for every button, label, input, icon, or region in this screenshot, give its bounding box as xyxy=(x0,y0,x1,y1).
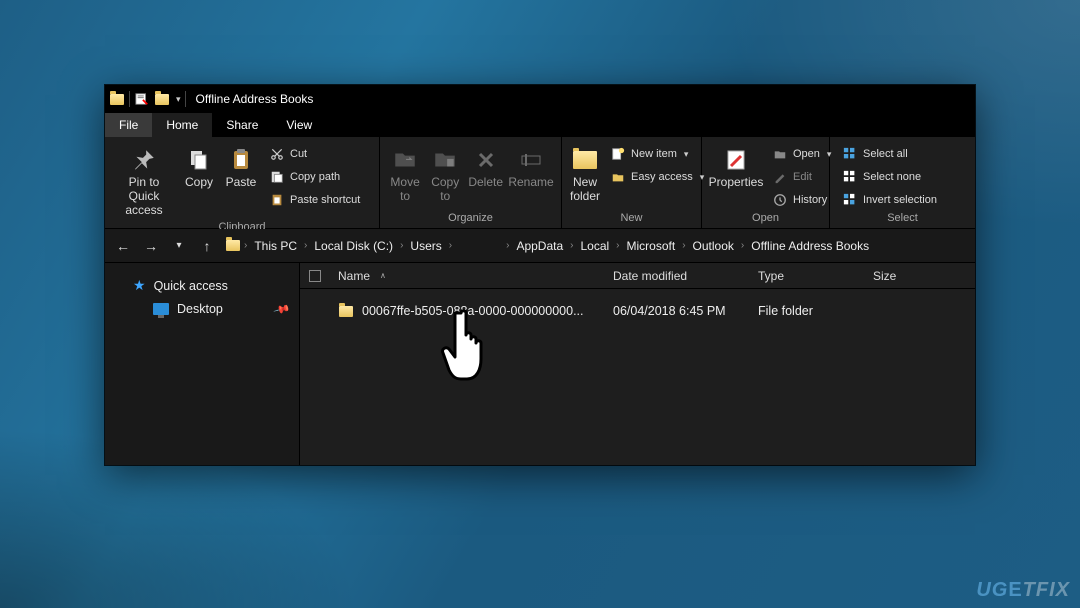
new-folder-button[interactable]: New folder xyxy=(568,142,602,208)
paste-shortcut-icon xyxy=(269,192,285,208)
tab-view[interactable]: View xyxy=(272,113,326,137)
properties-icon xyxy=(722,146,750,174)
select-all-icon xyxy=(842,146,858,162)
group-label-organize: Organize xyxy=(386,212,555,228)
tab-home[interactable]: Home xyxy=(152,113,212,137)
new-item-icon xyxy=(610,146,626,162)
folder-icon xyxy=(109,91,125,107)
group-label-select: Select xyxy=(836,212,969,228)
back-button[interactable]: ← xyxy=(113,236,133,256)
open-icon xyxy=(772,146,788,162)
move-to-icon xyxy=(391,146,419,174)
paste-shortcut-button[interactable]: Paste shortcut xyxy=(265,190,364,210)
rename-button[interactable]: Rename xyxy=(507,142,555,194)
file-explorer-window: ▾ Offline Address Books File Home Share … xyxy=(105,85,975,465)
pin-icon xyxy=(130,146,158,174)
crumb-outlook[interactable]: Outlook xyxy=(689,239,738,253)
select-all-checkbox[interactable] xyxy=(309,270,321,282)
crumb-appdata[interactable]: AppData xyxy=(512,239,567,253)
watermark: UGETFIX xyxy=(976,579,1070,602)
history-button[interactable]: History xyxy=(768,190,835,210)
tab-share[interactable]: Share xyxy=(212,113,272,137)
crumb-microsoft[interactable]: Microsoft xyxy=(623,239,680,253)
select-all-button[interactable]: Select all xyxy=(838,144,941,164)
select-none-icon xyxy=(842,169,858,185)
select-none-button[interactable]: Select none xyxy=(838,167,941,187)
file-row[interactable]: 00067ffe-b505-088a-0000-000000000... 06/… xyxy=(300,297,975,325)
folder-icon xyxy=(225,238,241,254)
file-list: Name∧ Date modified Type Size 00067ffe-b… xyxy=(300,263,975,465)
move-to-button[interactable]: Move to xyxy=(386,142,424,208)
copy-button[interactable]: Copy xyxy=(179,142,219,194)
file-date: 06/04/2018 6:45 PM xyxy=(605,304,750,318)
new-folder-icon xyxy=(571,146,599,174)
column-headers[interactable]: Name∧ Date modified Type Size xyxy=(300,263,975,289)
column-date[interactable]: Date modified xyxy=(605,269,750,283)
easy-access-icon xyxy=(610,169,626,185)
copy-icon xyxy=(185,146,213,174)
cut-button[interactable]: Cut xyxy=(265,144,364,164)
invert-selection-icon xyxy=(842,192,858,208)
ribbon-tabs: File Home Share View xyxy=(105,113,975,137)
delete-icon xyxy=(472,146,500,174)
rename-icon xyxy=(517,146,545,174)
navigation-pane[interactable]: ★ Quick access Desktop 📌 xyxy=(105,263,300,465)
sidebar-quick-access[interactable]: ★ Quick access xyxy=(105,273,299,298)
sort-indicator-icon: ∧ xyxy=(380,271,386,280)
recent-locations-button[interactable]: ▾ xyxy=(169,236,189,256)
column-type[interactable]: Type xyxy=(750,269,865,283)
copy-path-icon xyxy=(269,169,285,185)
new-item-button[interactable]: New item▾ xyxy=(606,144,708,164)
history-icon xyxy=(772,192,788,208)
up-button[interactable]: ↑ xyxy=(197,236,217,256)
crumb-offline-address-books[interactable]: Offline Address Books xyxy=(747,239,873,253)
folder-icon xyxy=(338,303,354,319)
file-name: 00067ffe-b505-088a-0000-000000000... xyxy=(362,304,584,318)
star-icon: ★ xyxy=(133,277,146,294)
crumb-local[interactable]: Local xyxy=(576,239,613,253)
sidebar-desktop[interactable]: Desktop 📌 xyxy=(105,298,299,320)
content-area: ★ Quick access Desktop 📌 Name∧ Date modi… xyxy=(105,263,975,465)
crumb-users[interactable]: Users xyxy=(406,239,445,253)
paste-button[interactable]: Paste xyxy=(221,142,261,194)
navigation-bar: ← → ▾ ↑ › This PC› Local Disk (C:)› User… xyxy=(105,229,975,263)
group-label-open: Open xyxy=(708,212,823,228)
copy-to-button[interactable]: Copy to xyxy=(426,142,464,208)
tab-file[interactable]: File xyxy=(105,113,152,137)
file-type: File folder xyxy=(750,304,865,318)
copy-to-icon xyxy=(431,146,459,174)
crumb-local-disk[interactable]: Local Disk (C:) xyxy=(310,239,397,253)
column-name[interactable]: Name∧ xyxy=(330,269,605,283)
ribbon: Pin to Quick access Copy Paste Cut Copy … xyxy=(105,137,975,229)
window-title: Offline Address Books xyxy=(196,92,314,106)
address-bar[interactable]: › This PC› Local Disk (C:)› Users› › App… xyxy=(225,234,967,258)
invert-selection-button[interactable]: Invert selection xyxy=(838,190,941,210)
titlebar: ▾ Offline Address Books xyxy=(105,85,975,113)
qat-newfolder-icon[interactable] xyxy=(154,91,170,107)
pin-to-quick-access-button[interactable]: Pin to Quick access xyxy=(111,142,177,221)
group-label-new: New xyxy=(568,212,695,228)
column-size[interactable]: Size xyxy=(865,269,945,283)
copy-path-button[interactable]: Copy path xyxy=(265,167,364,187)
crumb-this-pc[interactable]: This PC xyxy=(250,239,301,253)
pin-icon: 📌 xyxy=(273,300,291,318)
open-button[interactable]: Open▾ xyxy=(768,144,835,164)
desktop-icon xyxy=(153,303,169,315)
qat-properties-icon[interactable] xyxy=(134,91,150,107)
paste-icon xyxy=(227,146,255,174)
delete-button[interactable]: Delete xyxy=(466,142,505,194)
scissors-icon xyxy=(269,146,285,162)
forward-button[interactable]: → xyxy=(141,236,161,256)
properties-button[interactable]: Properties xyxy=(708,142,764,194)
edit-icon xyxy=(772,169,788,185)
qat-customize-icon[interactable]: ▾ xyxy=(176,94,181,105)
edit-button[interactable]: Edit xyxy=(768,167,835,187)
easy-access-button[interactable]: Easy access▾ xyxy=(606,167,708,187)
